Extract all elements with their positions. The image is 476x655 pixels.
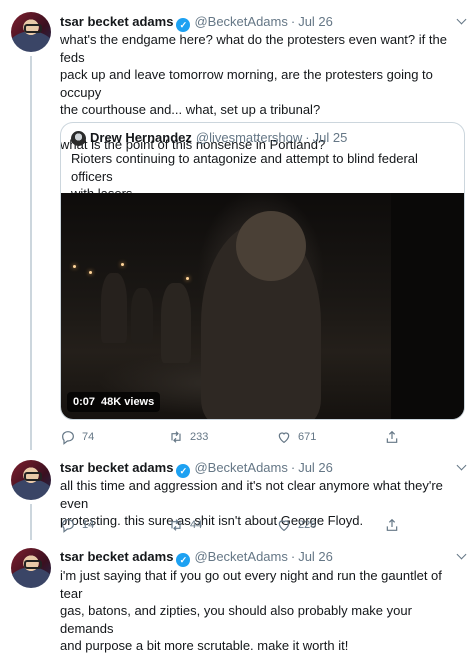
verified-badge-icon: ✓ bbox=[176, 464, 191, 478]
tweet-text: i'm just saying that if you go out every… bbox=[60, 567, 464, 655]
retweet-count: 233 bbox=[190, 431, 209, 443]
share-icon bbox=[384, 429, 400, 445]
video-light bbox=[121, 263, 124, 266]
verified-badge-icon: ✓ bbox=[176, 553, 191, 567]
reply-count: 14 bbox=[82, 519, 95, 531]
video-figure bbox=[101, 273, 127, 343]
tweet-text-line: and purpose a bit more scrutable. make i… bbox=[60, 638, 349, 653]
reply-icon bbox=[60, 429, 76, 445]
caret-down-icon[interactable] bbox=[456, 16, 466, 26]
tweet-actions: 14 44 226 bbox=[60, 517, 420, 535]
retweet-icon bbox=[168, 429, 184, 445]
tweet-2[interactable]: tsar becket adams ✓ @BecketAdams · Jul 26 al… bbox=[0, 450, 476, 540]
tweet-text-line: i'm just saying that if you go out every… bbox=[60, 568, 442, 601]
video-light bbox=[186, 277, 189, 280]
tweet-text-line: the courthouse and... what, set up a tri… bbox=[60, 102, 321, 117]
tweet-header: tsar becket adams ✓ @BecketAdams · Jul 26 bbox=[60, 460, 333, 478]
separator-dot: · bbox=[290, 460, 296, 475]
video-duration: 0:07 bbox=[73, 396, 96, 408]
verified-badge-icon: ✓ bbox=[176, 18, 191, 32]
quoted-tweet-header: Drew Hernandez @livesmattershow · Jul 25 bbox=[90, 130, 347, 146]
video-light bbox=[89, 271, 92, 274]
quoted-author-handle[interactable]: @livesmattershow bbox=[196, 130, 302, 145]
retweet-count: 44 bbox=[190, 519, 203, 531]
video-figure bbox=[236, 211, 306, 281]
tweet-1[interactable]: tsar becket adams ✓ @BecketAdams · Jul 26 wh… bbox=[0, 0, 476, 450]
separator-dot: · bbox=[290, 549, 296, 564]
video-light bbox=[73, 265, 76, 268]
reply-icon bbox=[60, 517, 76, 533]
author-handle[interactable]: @BecketAdams bbox=[194, 14, 287, 29]
tweet-text-line: pack up and leave tomorrow morning, are … bbox=[60, 67, 433, 100]
reply-count: 74 bbox=[82, 431, 95, 443]
like-count: 671 bbox=[298, 431, 317, 443]
author-handle[interactable]: @BecketAdams bbox=[194, 460, 287, 475]
separator-dot: · bbox=[290, 14, 296, 29]
reply-button[interactable]: 14 bbox=[60, 517, 94, 533]
quoted-author-avatar bbox=[71, 131, 86, 146]
author-avatar[interactable] bbox=[11, 460, 51, 500]
quoted-tweet[interactable]: Drew Hernandez @livesmattershow · Jul 25 Ri… bbox=[60, 122, 465, 420]
author-avatar[interactable] bbox=[11, 548, 51, 588]
video-stats-badge: 0:07 48K views bbox=[67, 392, 161, 412]
like-icon bbox=[276, 429, 292, 445]
retweet-button[interactable]: 233 bbox=[168, 429, 208, 445]
video-views: 48K views bbox=[101, 396, 155, 408]
caret-down-icon[interactable] bbox=[456, 551, 466, 561]
like-button[interactable]: 226 bbox=[276, 517, 316, 533]
tweet-actions: 74 233 671 bbox=[60, 429, 420, 447]
thread-line bbox=[30, 56, 32, 450]
share-icon bbox=[384, 517, 400, 533]
retweet-button[interactable]: 44 bbox=[168, 517, 202, 533]
tweet-text-line: all this time and aggression and it's no… bbox=[60, 478, 443, 511]
reply-button[interactable]: 74 bbox=[60, 429, 94, 445]
tweet-text-line: what's the endgame here? what do the pro… bbox=[60, 32, 447, 65]
tweet-date[interactable]: Jul 26 bbox=[298, 14, 333, 29]
embedded-video[interactable]: 0:07 48K views bbox=[61, 193, 464, 419]
tweet-date[interactable]: Jul 26 bbox=[298, 549, 333, 564]
quoted-text-line: Rioters continuing to antagonize and att… bbox=[71, 151, 418, 184]
author-handle[interactable]: @BecketAdams bbox=[194, 549, 287, 564]
tweet-3[interactable]: tsar becket adams ✓ @BecketAdams · Jul 26 i'… bbox=[0, 540, 476, 653]
author-avatar[interactable] bbox=[11, 12, 51, 52]
like-count: 226 bbox=[298, 519, 317, 531]
author-name[interactable]: tsar becket adams bbox=[60, 14, 173, 29]
separator-dot: · bbox=[305, 130, 310, 145]
author-name[interactable]: tsar becket adams bbox=[60, 549, 173, 564]
video-figure bbox=[131, 288, 153, 343]
tweet-date[interactable]: Jul 26 bbox=[298, 460, 333, 475]
tweet-header: tsar becket adams ✓ @BecketAdams · Jul 26 bbox=[60, 549, 333, 567]
thread-line bbox=[30, 504, 32, 540]
tweet-text-line: gas, batons, and zipties, you should als… bbox=[60, 603, 412, 636]
share-button[interactable] bbox=[384, 429, 406, 445]
quoted-author-name[interactable]: Drew Hernandez bbox=[90, 130, 192, 145]
author-name[interactable]: tsar becket adams bbox=[60, 460, 173, 475]
retweet-icon bbox=[168, 517, 184, 533]
like-button[interactable]: 671 bbox=[276, 429, 316, 445]
video-figure bbox=[391, 193, 464, 419]
tweet-header: tsar becket adams ✓ @BecketAdams · Jul 26 bbox=[60, 14, 333, 32]
like-icon bbox=[276, 517, 292, 533]
quoted-tweet-date[interactable]: Jul 25 bbox=[313, 130, 348, 145]
caret-down-icon[interactable] bbox=[456, 462, 466, 472]
share-button[interactable] bbox=[384, 517, 406, 533]
video-figure bbox=[161, 283, 191, 363]
